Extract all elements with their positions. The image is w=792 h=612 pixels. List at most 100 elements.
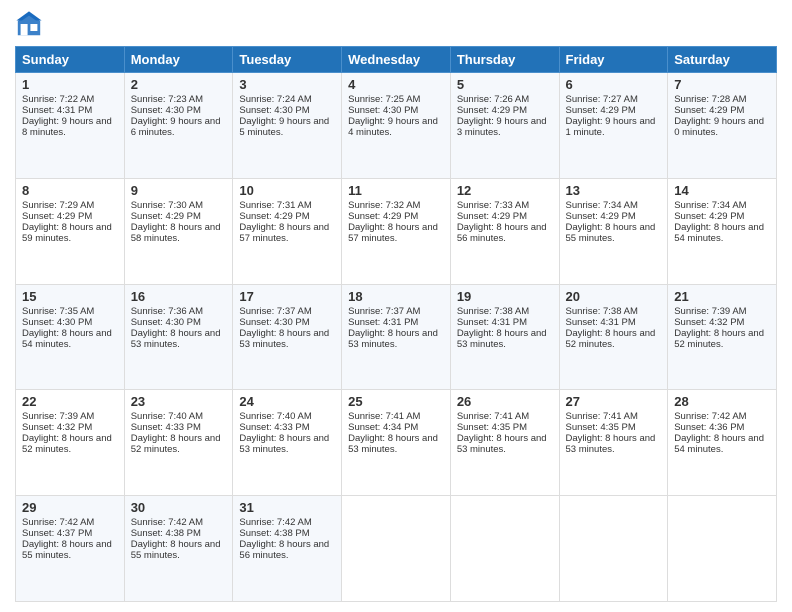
sunset-text: Sunset: 4:29 PM <box>674 105 770 116</box>
calendar-cell: 20Sunrise: 7:38 AMSunset: 4:31 PMDayligh… <box>559 284 668 390</box>
day-number: 8 <box>22 183 118 198</box>
day-number: 27 <box>566 394 662 409</box>
daylight-text: Daylight: 8 hours and 53 minutes. <box>239 328 335 350</box>
calendar-cell: 22Sunrise: 7:39 AMSunset: 4:32 PMDayligh… <box>16 390 125 496</box>
calendar-week-row: 15Sunrise: 7:35 AMSunset: 4:30 PMDayligh… <box>16 284 777 390</box>
sunrise-text: Sunrise: 7:40 AM <box>239 411 335 422</box>
calendar-cell: 10 Sunrise: 7:31 AMSunset: 4:29 PMDayligh… <box>233 178 342 284</box>
calendar-cell: 9Sunrise: 7:30 AMSunset: 4:29 PMDaylight… <box>124 178 233 284</box>
sunset-text: Sunset: 4:32 PM <box>22 422 118 433</box>
sunset-text: Sunset: 4:29 PM <box>674 211 770 222</box>
daylight-text: Daylight: 8 hours and 52 minutes. <box>674 328 770 350</box>
sunset-text: Sunset: 4:29 PM <box>457 211 553 222</box>
weekday-header-row: SundayMondayTuesdayWednesdayThursdayFrid… <box>16 47 777 73</box>
daylight-text: Daylight: 8 hours and 56 minutes. <box>239 539 335 561</box>
sunset-text: Sunset: 4:35 PM <box>457 422 553 433</box>
calendar-cell: 2Sunrise: 7:23 AMSunset: 4:30 PMDaylight… <box>124 73 233 179</box>
daylight-text: Daylight: 9 hours and 6 minutes. <box>131 116 227 138</box>
calendar-cell <box>450 496 559 602</box>
sunrise-text: Sunrise: 7:38 AM <box>457 306 553 317</box>
sunrise-text: Sunrise: 7:41 AM <box>348 411 444 422</box>
sunrise-text: Sunrise: 7:31 AM <box>239 200 335 211</box>
day-number: 29 <box>22 500 118 515</box>
daylight-text: Daylight: 9 hours and 3 minutes. <box>457 116 553 138</box>
calendar-cell: 4Sunrise: 7:25 AMSunset: 4:30 PMDaylight… <box>342 73 451 179</box>
daylight-text: Daylight: 8 hours and 55 minutes. <box>22 539 118 561</box>
sunset-text: Sunset: 4:38 PM <box>131 528 227 539</box>
daylight-text: Daylight: 9 hours and 8 minutes. <box>22 116 118 138</box>
daylight-text: Daylight: 9 hours and 0 minutes. <box>674 116 770 138</box>
day-number: 16 <box>131 289 227 304</box>
calendar-cell: 18Sunrise: 7:37 AMSunset: 4:31 PMDayligh… <box>342 284 451 390</box>
sunrise-text: Sunrise: 7:25 AM <box>348 94 444 105</box>
day-number: 17 <box>239 289 335 304</box>
header <box>15 10 777 38</box>
day-number: 7 <box>674 77 770 92</box>
daylight-text: Daylight: 8 hours and 55 minutes. <box>131 539 227 561</box>
day-number: 1 <box>22 77 118 92</box>
day-number: 10 <box>239 183 335 198</box>
sunrise-text: Sunrise: 7:40 AM <box>131 411 227 422</box>
calendar-table: SundayMondayTuesdayWednesdayThursdayFrid… <box>15 46 777 602</box>
calendar-cell: 29Sunrise: 7:42 AMSunset: 4:37 PMDayligh… <box>16 496 125 602</box>
sunset-text: Sunset: 4:36 PM <box>674 422 770 433</box>
sunset-text: Sunset: 4:34 PM <box>348 422 444 433</box>
calendar-cell: 12Sunrise: 7:33 AMSunset: 4:29 PMDayligh… <box>450 178 559 284</box>
calendar-cell <box>559 496 668 602</box>
calendar-cell: 6Sunrise: 7:27 AMSunset: 4:29 PMDaylight… <box>559 73 668 179</box>
sunset-text: Sunset: 4:33 PM <box>239 422 335 433</box>
calendar-cell <box>668 496 777 602</box>
daylight-text: Daylight: 8 hours and 52 minutes. <box>131 433 227 455</box>
calendar-cell: 15Sunrise: 7:35 AMSunset: 4:30 PMDayligh… <box>16 284 125 390</box>
daylight-text: Daylight: 8 hours and 53 minutes. <box>566 433 662 455</box>
calendar-cell: 14Sunrise: 7:34 AMSunset: 4:29 PMDayligh… <box>668 178 777 284</box>
calendar-cell: 26Sunrise: 7:41 AMSunset: 4:35 PMDayligh… <box>450 390 559 496</box>
daylight-text: Daylight: 8 hours and 52 minutes. <box>566 328 662 350</box>
calendar-week-row: 29Sunrise: 7:42 AMSunset: 4:37 PMDayligh… <box>16 496 777 602</box>
sunset-text: Sunset: 4:29 PM <box>131 211 227 222</box>
daylight-text: Daylight: 9 hours and 1 minute. <box>566 116 662 138</box>
calendar-cell: 24Sunrise: 7:40 AMSunset: 4:33 PMDayligh… <box>233 390 342 496</box>
sunset-text: Sunset: 4:38 PM <box>239 528 335 539</box>
day-number: 5 <box>457 77 553 92</box>
daylight-text: Daylight: 8 hours and 52 minutes. <box>22 433 118 455</box>
sunset-text: Sunset: 4:29 PM <box>566 211 662 222</box>
daylight-text: Daylight: 9 hours and 4 minutes. <box>348 116 444 138</box>
daylight-text: Daylight: 8 hours and 57 minutes. <box>239 222 335 244</box>
sunrise-text: Sunrise: 7:33 AM <box>457 200 553 211</box>
sunrise-text: Sunrise: 7:37 AM <box>348 306 444 317</box>
weekday-header-friday: Friday <box>559 47 668 73</box>
daylight-text: Daylight: 8 hours and 53 minutes. <box>348 328 444 350</box>
calendar-cell: 11Sunrise: 7:32 AMSunset: 4:29 PMDayligh… <box>342 178 451 284</box>
daylight-text: Daylight: 8 hours and 53 minutes. <box>239 433 335 455</box>
day-number: 2 <box>131 77 227 92</box>
sunrise-text: Sunrise: 7:28 AM <box>674 94 770 105</box>
sunrise-text: Sunrise: 7:30 AM <box>131 200 227 211</box>
day-number: 28 <box>674 394 770 409</box>
sunrise-text: Sunrise: 7:41 AM <box>566 411 662 422</box>
sunrise-text: Sunrise: 7:42 AM <box>131 517 227 528</box>
daylight-text: Daylight: 8 hours and 53 minutes. <box>457 328 553 350</box>
sunset-text: Sunset: 4:30 PM <box>239 105 335 116</box>
sunset-text: Sunset: 4:35 PM <box>566 422 662 433</box>
day-number: 19 <box>457 289 553 304</box>
day-number: 30 <box>131 500 227 515</box>
calendar-week-row: 22Sunrise: 7:39 AMSunset: 4:32 PMDayligh… <box>16 390 777 496</box>
sunset-text: Sunset: 4:29 PM <box>239 211 335 222</box>
daylight-text: Daylight: 8 hours and 54 minutes. <box>674 222 770 244</box>
sunrise-text: Sunrise: 7:41 AM <box>457 411 553 422</box>
daylight-text: Daylight: 9 hours and 5 minutes. <box>239 116 335 138</box>
sunrise-text: Sunrise: 7:22 AM <box>22 94 118 105</box>
weekday-header-thursday: Thursday <box>450 47 559 73</box>
sunset-text: Sunset: 4:31 PM <box>457 317 553 328</box>
sunset-text: Sunset: 4:37 PM <box>22 528 118 539</box>
calendar-week-row: 1Sunrise: 7:22 AMSunset: 4:31 PMDaylight… <box>16 73 777 179</box>
sunset-text: Sunset: 4:33 PM <box>131 422 227 433</box>
calendar-cell: 16Sunrise: 7:36 AMSunset: 4:30 PMDayligh… <box>124 284 233 390</box>
sunrise-text: Sunrise: 7:32 AM <box>348 200 444 211</box>
sunrise-text: Sunrise: 7:34 AM <box>566 200 662 211</box>
day-number: 6 <box>566 77 662 92</box>
sunset-text: Sunset: 4:29 PM <box>457 105 553 116</box>
daylight-text: Daylight: 8 hours and 53 minutes. <box>457 433 553 455</box>
day-number: 21 <box>674 289 770 304</box>
